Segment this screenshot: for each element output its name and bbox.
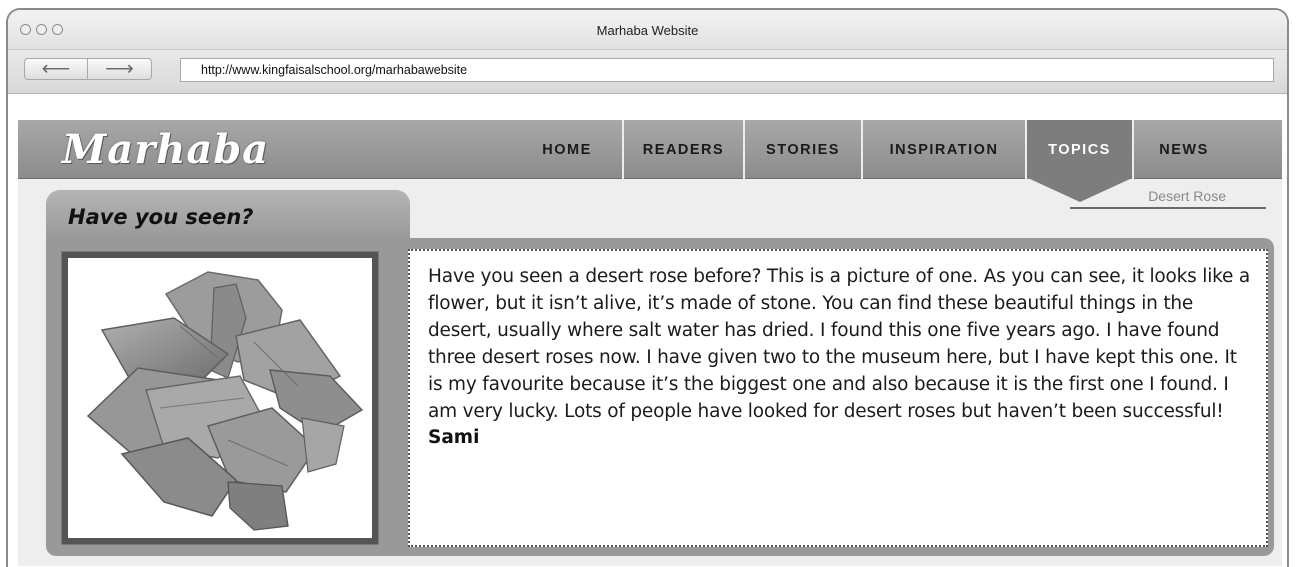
main-navigation: HOME READERS STORIES INSPIRATION TOPICS …: [512, 120, 1234, 179]
site-header: Marhaba HOME READERS STORIES INSPIRATION…: [18, 120, 1282, 179]
browser-window: Marhaba Website ⟵ ⟶ http://www.kingfaisa…: [6, 8, 1289, 567]
navigation-buttons: ⟵ ⟶: [24, 58, 152, 80]
subnav-desert-rose[interactable]: Desert Rose: [1070, 188, 1266, 209]
nav-item-home[interactable]: HOME: [512, 120, 624, 179]
address-bar[interactable]: http://www.kingfaisalschool.org/marhabaw…: [180, 58, 1274, 82]
forward-button[interactable]: ⟶: [88, 58, 152, 80]
nav-item-stories[interactable]: STORIES: [745, 120, 863, 179]
article-text-box: Have you seen a desert rose before? This…: [408, 249, 1268, 547]
section-title: Have you seen?: [68, 205, 254, 229]
desert-rose-photo: [62, 252, 378, 544]
article-panel: Have you seen a desert rose before? This…: [46, 238, 1274, 556]
browser-toolbar: ⟵ ⟶ http://www.kingfaisalschool.org/marh…: [8, 50, 1287, 94]
website-content: Marhaba HOME READERS STORIES INSPIRATION…: [18, 120, 1282, 566]
back-arrow-icon: ⟵: [41, 58, 71, 80]
back-button[interactable]: ⟵: [24, 58, 88, 80]
site-logo[interactable]: Marhaba: [62, 126, 269, 173]
title-bar: Marhaba Website: [8, 10, 1287, 50]
nav-item-readers[interactable]: READERS: [624, 120, 745, 179]
window-title: Marhaba Website: [596, 23, 699, 38]
forward-arrow-icon: ⟶: [105, 58, 134, 80]
nav-item-inspiration[interactable]: INSPIRATION: [863, 120, 1027, 179]
section-tab: Have you seen?: [46, 190, 410, 238]
article-author: Sami: [428, 427, 480, 448]
article-body: Have you seen a desert rose before? This…: [428, 266, 1250, 422]
nav-item-topics[interactable]: TOPICS: [1027, 120, 1134, 179]
nav-item-news[interactable]: NEWS: [1134, 120, 1234, 179]
desert-rose-illustration: [86, 271, 364, 531]
